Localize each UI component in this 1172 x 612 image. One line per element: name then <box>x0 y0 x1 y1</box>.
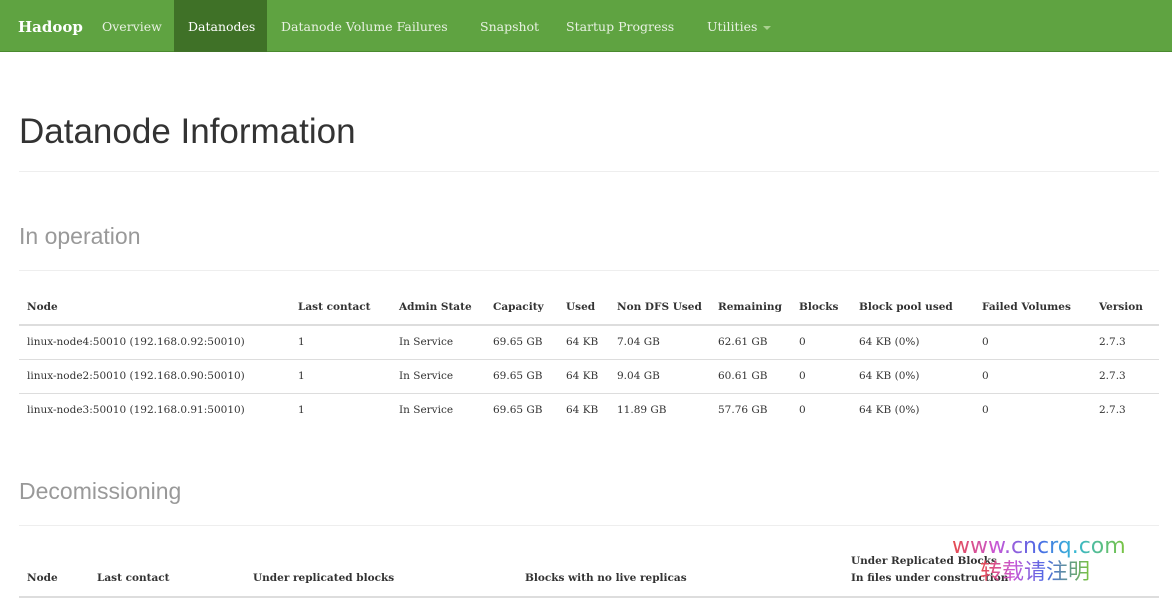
cell-failed-volumes: 0 <box>982 336 989 348</box>
cell-used: 64 KB <box>566 404 599 416</box>
column-header[interactable]: Node <box>27 572 58 584</box>
column-header[interactable]: Last contact <box>97 572 170 584</box>
cell-used: 64 KB <box>566 336 599 348</box>
cell-blocks: 0 <box>799 336 806 348</box>
cell-version: 2.7.3 <box>1099 370 1126 382</box>
cell-node: linux-node2:50010 (192.168.0.90:50010) <box>27 370 245 382</box>
column-header[interactable]: Node <box>27 301 58 313</box>
cell-version: 2.7.3 <box>1099 336 1126 348</box>
cell-last-contact: 1 <box>298 404 305 416</box>
cell-block-pool-used: 64 KB (0%) <box>859 370 920 382</box>
column-header[interactable]: Last contact <box>298 301 371 313</box>
cell-remaining: 62.61 GB <box>718 336 768 348</box>
cell-last-contact: 1 <box>298 336 305 348</box>
cell-last-contact: 1 <box>298 370 305 382</box>
nav-utilities-label: Utilities <box>707 19 758 34</box>
cell-non-dfs-used: 9.04 GB <box>617 370 660 382</box>
cell-non-dfs-used: 7.04 GB <box>617 336 660 348</box>
cell-blocks: 0 <box>799 370 806 382</box>
top-navbar: Hadoop Overview Datanodes Datanode Volum… <box>0 0 1172 52</box>
header-divider <box>19 596 1159 598</box>
column-header[interactable]: Blocks <box>799 301 838 313</box>
column-header[interactable]: Admin State <box>399 301 472 313</box>
column-header[interactable]: Capacity <box>493 301 544 313</box>
cell-node: linux-node3:50010 (192.168.0.91:50010) <box>27 404 245 416</box>
page-title: Datanode Information <box>19 112 356 151</box>
column-header[interactable]: Non DFS Used <box>617 301 702 313</box>
cell-node: linux-node4:50010 (192.168.0.92:50010) <box>27 336 245 348</box>
cell-admin-state: In Service <box>399 370 454 382</box>
title-divider <box>19 171 1159 172</box>
nav-snapshot[interactable]: Snapshot <box>480 0 539 52</box>
cell-admin-state: In Service <box>399 404 454 416</box>
table-header-row: Node Last contact Admin State Capacity U… <box>19 290 1159 324</box>
cell-used: 64 KB <box>566 370 599 382</box>
column-header[interactable]: Failed Volumes <box>982 301 1071 313</box>
column-header[interactable]: Blocks with no live replicas <box>525 572 687 584</box>
cell-capacity: 69.65 GB <box>493 404 543 416</box>
column-header[interactable]: Remaining <box>718 301 782 313</box>
column-header[interactable]: Block pool used <box>859 301 953 313</box>
table-row: linux-node4:50010 (192.168.0.92:50010) 1… <box>19 326 1159 360</box>
cell-block-pool-used: 64 KB (0%) <box>859 404 920 416</box>
column-header[interactable]: Used <box>566 301 595 313</box>
cell-block-pool-used: 64 KB (0%) <box>859 336 920 348</box>
in-operation-divider <box>19 270 1159 271</box>
nav-overview[interactable]: Overview <box>102 0 162 52</box>
nav-datanode-volume-failures[interactable]: Datanode Volume Failures <box>281 0 448 52</box>
cell-blocks: 0 <box>799 404 806 416</box>
decomissioning-divider <box>19 525 1159 526</box>
cell-remaining: 60.61 GB <box>718 370 768 382</box>
nav-datanodes[interactable]: Datanodes <box>174 0 267 52</box>
cell-capacity: 69.65 GB <box>493 370 543 382</box>
cell-version: 2.7.3 <box>1099 404 1126 416</box>
cell-admin-state: In Service <box>399 336 454 348</box>
in-operation-heading: In operation <box>19 223 141 249</box>
watermark-url: www.cncrq.com <box>952 534 1126 559</box>
decomissioning-heading: Decomissioning <box>19 478 182 504</box>
in-operation-table: Node Last contact Admin State Capacity U… <box>19 290 1159 430</box>
nav-startup-progress[interactable]: Startup Progress <box>566 0 674 52</box>
cell-failed-volumes: 0 <box>982 404 989 416</box>
column-header[interactable]: Under replicated blocks <box>253 572 394 584</box>
cell-remaining: 57.76 GB <box>718 404 768 416</box>
watermark-notice: 转载请注明 <box>980 560 1091 585</box>
nav-utilities-dropdown[interactable]: Utilities <box>707 0 772 52</box>
column-header[interactable]: Version <box>1099 301 1143 313</box>
chevron-down-icon <box>763 25 772 30</box>
cell-capacity: 69.65 GB <box>493 336 543 348</box>
cell-failed-volumes: 0 <box>982 370 989 382</box>
brand-link[interactable]: Hadoop <box>18 0 83 52</box>
table-row: linux-node3:50010 (192.168.0.91:50010) 1… <box>19 393 1159 428</box>
table-row: linux-node2:50010 (192.168.0.90:50010) 1… <box>19 359 1159 394</box>
cell-non-dfs-used: 11.89 GB <box>617 404 667 416</box>
